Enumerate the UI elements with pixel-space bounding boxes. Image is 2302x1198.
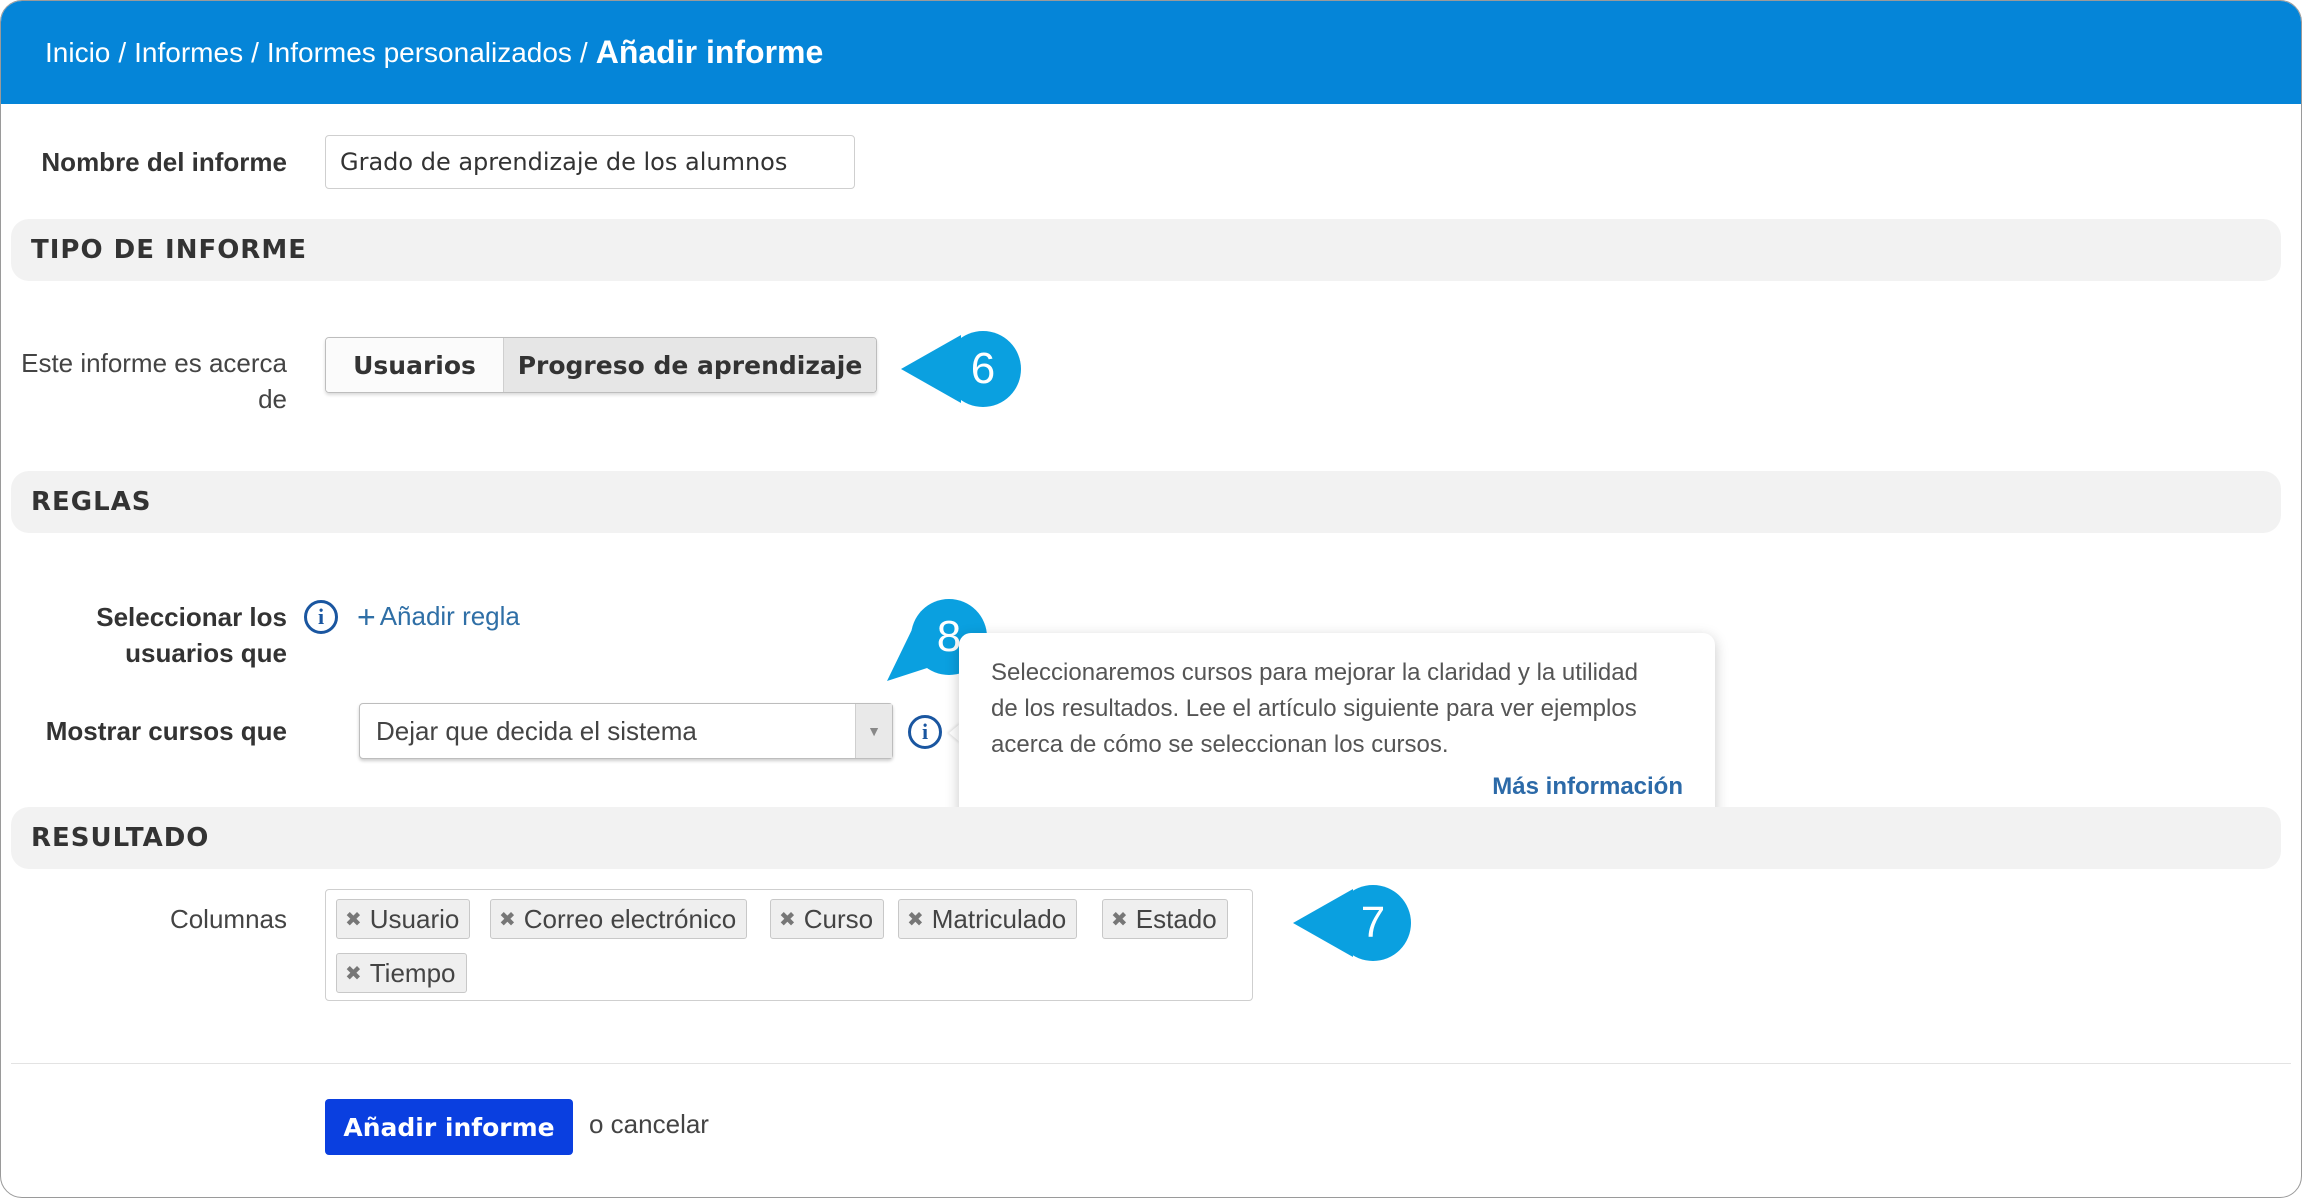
show-courses-label: Mostrar cursos que bbox=[45, 716, 287, 746]
remove-icon[interactable]: ✖ bbox=[907, 907, 924, 932]
breadcrumb-reports[interactable]: Informes bbox=[134, 37, 243, 69]
remove-icon[interactable]: ✖ bbox=[345, 907, 362, 932]
column-tag: ✖ Matriculado bbox=[898, 899, 1078, 939]
tooltip-text-line1: Seleccionaremos cursos para mejorar la c… bbox=[991, 659, 1638, 686]
section-result: RESULTADO bbox=[11, 807, 2281, 869]
page-title: Añadir informe bbox=[595, 34, 824, 70]
select-users-label-line1: Seleccionar los bbox=[96, 602, 287, 632]
add-report-button[interactable]: Añadir informe bbox=[325, 1099, 573, 1155]
report-type-toggle: Usuarios Progreso de aprendizaje bbox=[325, 337, 877, 393]
remove-icon[interactable]: ✖ bbox=[779, 907, 796, 932]
tooltip-text-line3: acerca de cómo se seleccionan los cursos… bbox=[991, 731, 1449, 758]
column-tag-label: Estado bbox=[1135, 903, 1217, 934]
breadcrumb-home[interactable]: Inicio bbox=[45, 37, 110, 69]
tooltip-text-line2: de los resultados. Lee el artículo sigui… bbox=[991, 695, 1637, 722]
column-tag-label: Correo electrónico bbox=[523, 903, 737, 934]
divider bbox=[11, 1063, 2291, 1064]
column-tag: ✖ Tiempo bbox=[336, 953, 467, 993]
columns-label: Columnas bbox=[169, 904, 287, 934]
report-type-users-button[interactable]: Usuarios bbox=[326, 338, 504, 392]
info-icon[interactable]: i bbox=[304, 600, 338, 634]
breadcrumb: Inicio / Informes / Informes personaliza… bbox=[1, 1, 2301, 104]
plus-icon: + bbox=[357, 598, 376, 635]
report-name-input[interactable] bbox=[325, 135, 855, 189]
column-tag-label: Curso bbox=[803, 903, 874, 934]
page-frame: Inicio / Informes / Informes personaliza… bbox=[0, 0, 2302, 1198]
remove-icon[interactable]: ✖ bbox=[345, 961, 362, 986]
section-report-type: TIPO DE INFORME bbox=[11, 219, 2281, 281]
breadcrumb-separator: / bbox=[579, 36, 588, 68]
report-about-label-line1: Este informe es acerca bbox=[21, 348, 287, 378]
more-info-link[interactable]: Más información bbox=[1492, 769, 1683, 805]
breadcrumb-separator: / bbox=[251, 36, 259, 68]
show-courses-value: Dejar que decida el sistema bbox=[376, 715, 697, 746]
report-type-learning-progress-button[interactable]: Progreso de aprendizaje bbox=[504, 338, 876, 392]
callout-6-badge: 6 bbox=[945, 331, 1021, 407]
column-tag: ✖ Usuario bbox=[336, 899, 471, 939]
column-tag-label: Tiempo bbox=[369, 957, 456, 988]
remove-icon[interactable]: ✖ bbox=[499, 907, 516, 932]
section-rules: REGLAS bbox=[11, 471, 2281, 533]
breadcrumb-separator: / bbox=[118, 36, 127, 68]
column-tag-label: Usuario bbox=[369, 903, 460, 934]
select-users-label-line2: usuarios que bbox=[125, 638, 287, 668]
callout-7-badge: 7 bbox=[1335, 885, 1411, 961]
report-about-label: Este informe es acerca de bbox=[11, 345, 287, 417]
column-tag: ✖ Estado bbox=[1102, 899, 1228, 939]
info-icon[interactable]: i bbox=[908, 715, 942, 749]
breadcrumb-custom-reports[interactable]: Informes personalizados bbox=[267, 37, 572, 69]
select-users-label: Seleccionar los usuarios que bbox=[21, 599, 287, 671]
show-courses-select[interactable]: Dejar que decida el sistema ▼ bbox=[359, 703, 893, 759]
add-rule-link[interactable]: + Añadir regla bbox=[357, 598, 520, 635]
report-about-label-line2: de bbox=[258, 384, 287, 414]
chevron-down-icon: ▼ bbox=[855, 704, 892, 758]
column-tag: ✖ Correo electrónico bbox=[490, 899, 748, 939]
column-tag-label: Matriculado bbox=[931, 903, 1067, 934]
report-name-label: Nombre del informe bbox=[41, 147, 287, 177]
cancel-link[interactable]: o cancelar bbox=[589, 1109, 709, 1140]
info-tooltip: Seleccionaremos cursos para mejorar la c… bbox=[959, 633, 1715, 827]
remove-icon[interactable]: ✖ bbox=[1111, 907, 1128, 932]
column-tag: ✖ Curso bbox=[770, 899, 885, 939]
columns-tag-input[interactable]: ✖ Usuario ✖ Correo electrónico ✖ Curso ✖… bbox=[325, 889, 1253, 1001]
add-rule-label: Añadir regla bbox=[379, 601, 520, 631]
